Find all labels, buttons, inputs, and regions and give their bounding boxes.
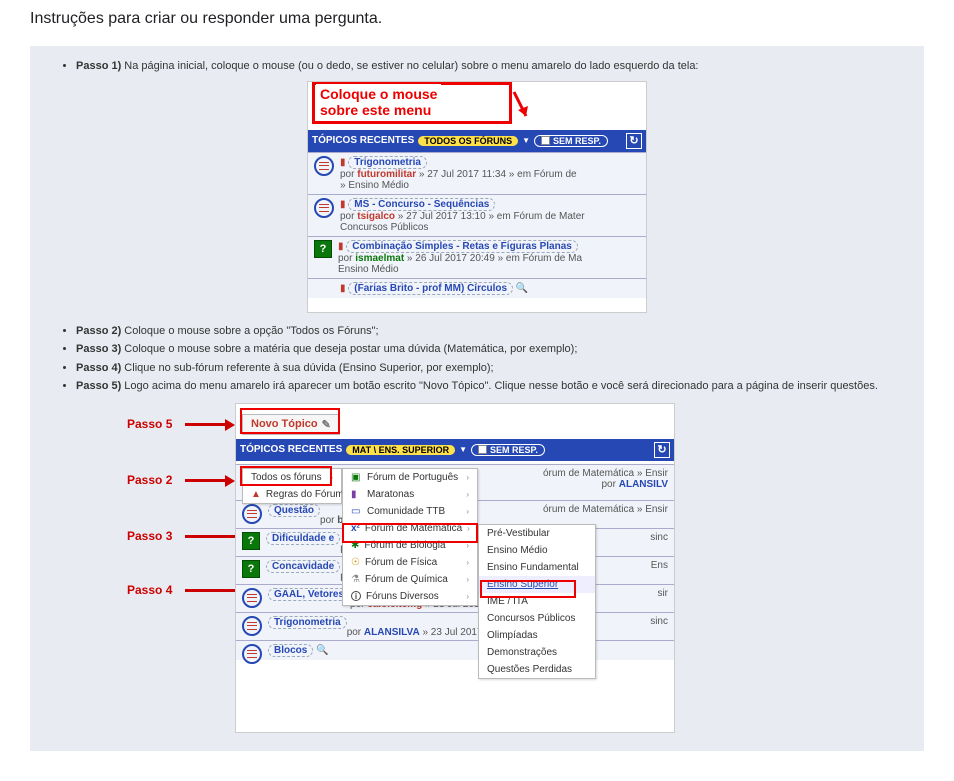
step-2-label: Passo 2) — [76, 325, 121, 337]
author-link[interactable]: ALANSILV — [619, 479, 668, 490]
topic-link[interactable]: Blocos — [268, 644, 313, 657]
callout-line-1: Coloque o mouse — [320, 86, 437, 102]
topic-icon — [242, 588, 262, 608]
step-3-text: Coloque o mouse sobre a matéria que dese… — [121, 343, 577, 355]
step-2-text: Coloque o mouse sobre a opção "Todos os … — [121, 325, 378, 337]
topic-link[interactable]: Trigonometria — [348, 156, 427, 169]
callout-line-2: sobre este menu — [320, 102, 431, 118]
question-badge-icon: ? — [314, 240, 332, 258]
menu-item-demonstracoes[interactable]: Demonstrações — [479, 644, 595, 661]
author-link[interactable]: futuromilitar — [357, 169, 416, 180]
menu-item-pre-vest[interactable]: Pré-Vestibular — [479, 525, 595, 542]
topic-link[interactable]: Dificuldade e — [266, 532, 340, 545]
menu-item-ens-medio[interactable]: Ensino Médio — [479, 542, 595, 559]
step-3-callout: Passo 3 — [127, 529, 172, 543]
topic-row: Trigonometria sinc por ALANSILVA » 23 Ju… — [236, 612, 674, 640]
step-2: Passo 2) Coloque o mouse sobre a opção "… — [76, 323, 906, 340]
topic-link[interactable]: (Farias Brito - prof MM) Círculos — [348, 282, 513, 295]
step-5-label: Passo 5) — [76, 380, 121, 392]
menu-item-perdidas[interactable]: Questões Perdidas — [479, 661, 595, 678]
menu-item-comunidade[interactable]: ▭Comunidade TTB› — [343, 503, 477, 520]
topic-icon — [242, 504, 262, 524]
step-1: Passo 1) Na página inicial, coloque o mo… — [76, 58, 906, 75]
step-4: Passo 4) Clique no sub-fórum referente à… — [76, 360, 906, 377]
topic-row[interactable]: ▮ MS - Concurso - Sequências por tsigalc… — [308, 194, 646, 236]
flag-icon: ▮ — [340, 283, 346, 294]
step-4-callout: Passo 4 — [127, 583, 172, 597]
topic-row: Blocos 🔍 — [236, 640, 674, 660]
flag-icon: ▮ — [340, 199, 346, 210]
topic-link[interactable]: GAAL, Vetores — [268, 588, 350, 601]
topic-icon — [242, 644, 262, 664]
topic-row[interactable]: ▮ Trigonometria por futuromilitar » 27 J… — [308, 152, 646, 194]
menu-item-maratonas[interactable]: ▮Maratonas› — [343, 486, 477, 503]
menu-item-portugues[interactable]: ▣Fórum de Português› — [343, 469, 477, 486]
screenshot-1: Coloque o mouse sobre este menu TÓPICOS … — [307, 81, 647, 313]
search-icon: 🔍 — [316, 645, 328, 656]
subforums-menu: Pré-Vestibular Ensino Médio Ensino Funda… — [478, 524, 596, 679]
dropdown-icon[interactable]: ▼ — [459, 445, 467, 454]
dropdown-icon[interactable]: ▼ — [522, 136, 530, 145]
menu-item-diversos[interactable]: iFóruns Diversos› — [343, 588, 477, 605]
monitor-icon: ▭ — [351, 506, 362, 517]
instructions-block: Passo 1) Na página inicial, coloque o mo… — [30, 46, 924, 751]
physics-icon: ☉ — [351, 557, 360, 568]
author-link[interactable]: tsigalco — [357, 211, 395, 222]
step-1-text: Na página inicial, coloque o mouse (ou o… — [121, 60, 698, 72]
topic-icon — [314, 156, 334, 176]
chemistry-icon: ⚗ — [351, 574, 360, 585]
topic-link[interactable]: Trigonometria — [268, 616, 347, 629]
step-4-text: Clique no sub-fórum referente à sua dúvi… — [121, 362, 493, 374]
menu-item-concursos[interactable]: Concursos Públicos — [479, 610, 595, 627]
refresh-icon[interactable]: ↻ — [626, 133, 642, 149]
step-3: Passo 3) Coloque o mouse sobre a matéria… — [76, 341, 906, 358]
forum-bar-2: TÓPICOS RECENTES MAT \ ENS. SUPERIOR ▼ S… — [236, 439, 674, 461]
forum-filter-pill[interactable]: TODOS OS FÓRUNS — [418, 136, 518, 146]
step-3-label: Passo 3) — [76, 343, 121, 355]
topic-link[interactable]: Combinação Simples - Retas e Figuras Pla… — [346, 240, 578, 253]
topic-row[interactable]: ? ▮ Combinação Simples - Retas e Figuras… — [308, 236, 646, 278]
forum-bar: TÓPICOS RECENTES TODOS OS FÓRUNS ▼ SEM R… — [308, 130, 646, 152]
menu-item-ens-fund[interactable]: Ensino Fundamental — [479, 559, 595, 576]
topic-icon — [314, 198, 334, 218]
flag-icon: ▮ — [338, 241, 344, 252]
refresh-icon[interactable]: ↻ — [654, 442, 670, 458]
search-icon: 🔍 — [516, 283, 528, 294]
flag-icon: ▮ — [351, 489, 362, 500]
question-badge-icon: ? — [242, 560, 260, 578]
book-icon: ▣ — [351, 472, 362, 483]
step-2-callout: Passo 2 — [127, 473, 172, 487]
author-link[interactable]: ALANSILVA — [364, 627, 420, 638]
topic-link[interactable]: Concavidade — [266, 560, 340, 573]
flag-icon: ▮ — [340, 157, 346, 168]
topic-row[interactable]: ▮ (Farias Brito - prof MM) Círculos 🔍 — [308, 278, 646, 298]
topic-icon — [242, 616, 262, 636]
sem-resp-toggle[interactable]: SEM RESP. — [471, 444, 545, 456]
menu-item-olimpiadas[interactable]: Olimpíadas — [479, 627, 595, 644]
warning-icon: ▲ — [251, 489, 261, 500]
info-icon: i — [351, 591, 361, 601]
menu-item-quimica[interactable]: ⚗Fórum de Química› — [343, 571, 477, 588]
question-badge-icon: ? — [242, 532, 260, 550]
topic-link[interactable]: Questão — [268, 504, 320, 517]
step-5-text: Logo acima do menu amarelo irá aparecer … — [121, 380, 878, 392]
step-5: Passo 5) Logo acima do menu amarelo irá … — [76, 378, 906, 395]
sem-resp-toggle[interactable]: SEM RESP. — [534, 135, 608, 147]
step-4-label: Passo 4) — [76, 362, 121, 374]
screenshot-2: Novo Tópico✎ TÓPICOS RECENTES MAT \ ENS.… — [235, 403, 675, 733]
menu-item-rules[interactable]: ▲Regras do Fórum — [243, 486, 341, 503]
forum-filter-pill[interactable]: MAT \ ENS. SUPERIOR — [346, 445, 455, 455]
bar-label: TÓPICOS RECENTES — [312, 135, 414, 146]
author-link[interactable]: ismaelmat — [355, 253, 404, 264]
menu-item-fisica[interactable]: ☉Fórum de Física› — [343, 554, 477, 571]
topic-link[interactable]: MS - Concurso - Sequências — [348, 198, 495, 211]
page-title: Instruções para criar ou responder uma p… — [30, 10, 924, 28]
step-5-callout: Passo 5 — [127, 417, 172, 431]
step-1-label: Passo 1) — [76, 60, 121, 72]
bar-label: TÓPICOS RECENTES — [240, 444, 342, 455]
